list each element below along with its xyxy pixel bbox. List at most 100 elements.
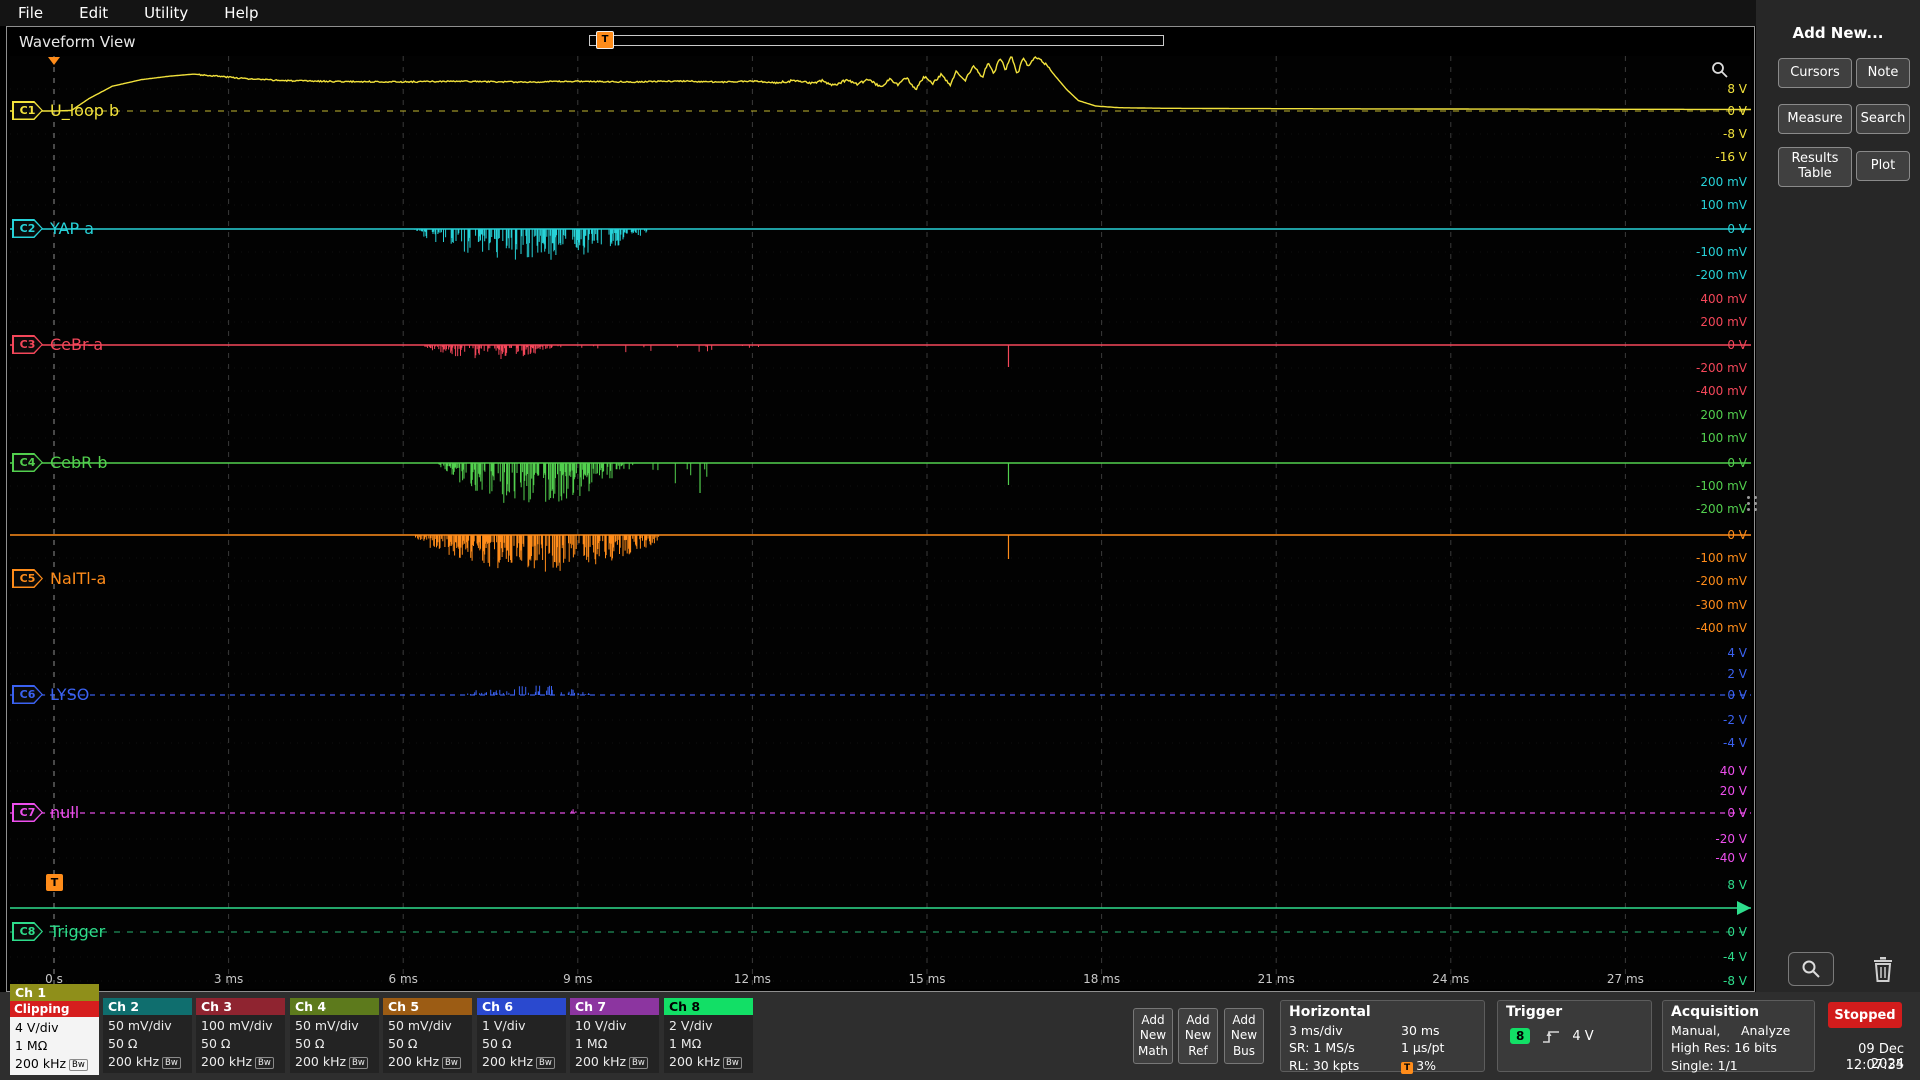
bandwidth-limit-icon: Bw: [255, 1057, 274, 1069]
acq-mode: Manual,: [1671, 1023, 1721, 1038]
channel-vdiv: 100 mV/div: [201, 1018, 273, 1033]
menu-file[interactable]: File: [18, 4, 43, 22]
run-stop-status[interactable]: Stopped: [1828, 1002, 1902, 1028]
svg-text:-100 mV: -100 mV: [1696, 479, 1748, 493]
panel-resize-handle[interactable]: [1747, 496, 1758, 511]
channel-name-c5[interactable]: NaITl-a: [50, 569, 106, 588]
channel-panel-6[interactable]: Ch 6 1 V/div 50 Ω 200 kHz Bw: [477, 998, 566, 1073]
add-new-measure-button[interactable]: Measure: [1778, 104, 1852, 134]
svg-text:-40 V: -40 V: [1715, 851, 1747, 865]
menu-help[interactable]: Help: [224, 4, 258, 22]
channel-name-c7[interactable]: null: [50, 803, 79, 822]
bandwidth-limit-icon: Bw: [349, 1057, 368, 1069]
channel-name-c8[interactable]: Trigger: [50, 922, 105, 941]
channel-panel-4[interactable]: Ch 4 50 mV/div 50 Ω 200 kHz Bw: [290, 998, 379, 1073]
bandwidth-limit-icon: Bw: [442, 1057, 461, 1069]
channel-badge-c5[interactable]: C5: [12, 569, 43, 588]
menu-edit[interactable]: Edit: [79, 4, 108, 22]
trigger-source-marker[interactable]: T: [46, 874, 63, 891]
channel-vdiv: 1 V/div: [482, 1018, 526, 1033]
channel-badge-c7[interactable]: C7: [12, 803, 43, 822]
svg-text:-100 mV: -100 mV: [1696, 245, 1748, 259]
bandwidth-limit-icon: Bw: [723, 1057, 742, 1069]
svg-text:12 ms: 12 ms: [734, 972, 771, 986]
bandwidth-limit-icon: Bw: [629, 1057, 648, 1069]
channel-badge-c4[interactable]: C4: [12, 453, 43, 472]
channel-panel-8[interactable]: Ch 8 2 V/div 1 MΩ 200 kHz Bw: [664, 998, 753, 1073]
add-new-cursors-button[interactable]: Cursors: [1778, 58, 1852, 88]
channel-vdiv: 50 mV/div: [295, 1018, 359, 1033]
svg-text:-20 V: -20 V: [1715, 832, 1747, 846]
channel-vdiv: 2 V/div: [669, 1018, 713, 1033]
channel-name-c4[interactable]: CebR b: [50, 453, 108, 472]
trash-icon: [1874, 957, 1892, 982]
channel-panel-3[interactable]: Ch 3 100 mV/div 50 Ω 200 kHz Bw: [196, 998, 285, 1073]
channel-panel-7[interactable]: Ch 7 10 V/div 1 MΩ 200 kHz Bw: [570, 998, 659, 1073]
acq-highres: High Res: 16 bits: [1671, 1040, 1777, 1056]
channel-name-c1[interactable]: U_loop b: [50, 101, 119, 120]
channel-name-c3[interactable]: CeBr-a: [50, 335, 103, 354]
add-btn-line: Add: [1186, 1012, 1210, 1027]
channel-vdiv: 50 mV/div: [388, 1018, 452, 1033]
channel-impedance: 1 MΩ: [575, 1036, 608, 1051]
add-new-results-table-button[interactable]: Results Table: [1778, 147, 1852, 187]
svg-text:0 V: 0 V: [1727, 222, 1747, 236]
horizontal-scale: 3 ms/div: [1289, 1023, 1343, 1038]
add-new-math-button[interactable]: Add New Math: [1133, 1008, 1173, 1064]
channel-bandwidth: 200 kHz Bw: [575, 1053, 659, 1071]
svg-text:-8 V: -8 V: [1723, 127, 1748, 141]
waveform-view-window: Waveform View T 0 s3 ms 6 ms 9 ms 12 ms 15 m…: [6, 26, 1755, 992]
horizontal-recordlength: RL: 30 kpts: [1289, 1057, 1360, 1073]
horizontal-panel[interactable]: Horizontal 3 ms/div 30 ms SR: 1 MS/s 1 µs/…: [1280, 1000, 1485, 1074]
add-new-plot-button[interactable]: Plot: [1856, 151, 1910, 181]
channel-vdiv: 10 V/div: [575, 1018, 627, 1033]
channel-panel-2[interactable]: Ch 2 50 mV/div 50 Ω 200 kHz Bw: [103, 998, 192, 1073]
channel-panel-5[interactable]: Ch 5 50 mV/div 50 Ω 200 kHz Bw: [383, 998, 472, 1073]
channel-impedance: 50 Ω: [482, 1036, 512, 1051]
waveform-graticule[interactable]: 0 s3 ms 6 ms 9 ms 12 ms 15 ms 18 ms 21 ms 24 ms…: [10, 56, 1751, 989]
trigger-panel[interactable]: Trigger 8 4 V: [1497, 1000, 1652, 1072]
channel-name-c6[interactable]: LYSO: [50, 685, 89, 704]
menu-bar: File Edit Utility Help: [0, 0, 1756, 26]
svg-text:200 mV: 200 mV: [1700, 408, 1747, 422]
channel-panel-header: Ch 6: [477, 998, 566, 1015]
zoom-mode-button[interactable]: [1788, 952, 1834, 986]
channel-panel-1[interactable]: Ch 1 Clipping 4 V/div 1 MΩ 200 kHz Bw: [10, 984, 99, 1075]
channel-panel-body: 1 V/div 50 Ω 200 kHz Bw: [477, 1015, 566, 1073]
svg-text:-200 mV: -200 mV: [1696, 502, 1748, 516]
add-btn-line: Add: [1141, 1012, 1165, 1027]
horizontal-resolution: 1 µs/pt: [1401, 1040, 1445, 1056]
add-new-bus-button[interactable]: Add New Bus: [1224, 1008, 1264, 1064]
svg-text:-4 V: -4 V: [1723, 736, 1748, 750]
bandwidth-limit-icon: Bw: [69, 1059, 88, 1071]
svg-text:9 ms: 9 ms: [563, 972, 592, 986]
trigger-title: Trigger: [1506, 1004, 1563, 1020]
add-new-ref-button[interactable]: Add New Ref: [1178, 1008, 1218, 1064]
channel-panel-body: 2 V/div 1 MΩ 200 kHz Bw: [664, 1015, 753, 1073]
channel-badge-c8[interactable]: C8: [12, 922, 43, 941]
svg-text:2 V: 2 V: [1727, 667, 1747, 681]
channel-badge-c3[interactable]: C3: [12, 335, 43, 354]
menu-utility[interactable]: Utility: [144, 4, 188, 22]
channel-badge-c6[interactable]: C6: [12, 685, 43, 704]
horizontal-samplerate: SR: 1 MS/s: [1289, 1040, 1355, 1056]
trigger-position-marker[interactable]: T: [596, 31, 614, 49]
channel-vdiv: 50 mV/div: [108, 1018, 172, 1033]
channel-badge-c2[interactable]: C2: [12, 219, 43, 238]
waveform-view-title: Waveform View: [19, 33, 136, 51]
channel-name-c2[interactable]: YAP a: [50, 219, 94, 238]
channel-panel-header: Ch 5: [383, 998, 472, 1015]
svg-text:6 ms: 6 ms: [389, 972, 418, 986]
channel-bandwidth: 200 kHz Bw: [15, 1055, 99, 1073]
record-position-bar[interactable]: T: [589, 31, 1164, 49]
add-new-note-button[interactable]: Note: [1856, 58, 1910, 88]
svg-text:24 ms: 24 ms: [1432, 972, 1469, 986]
add-new-search-button[interactable]: Search: [1856, 104, 1910, 134]
svg-text:27 ms: 27 ms: [1607, 972, 1644, 986]
acquisition-title: Acquisition: [1671, 1004, 1760, 1020]
acquisition-panel[interactable]: Acquisition Manual, Analyze High Res: 16 …: [1662, 1000, 1815, 1073]
svg-text:21 ms: 21 ms: [1258, 972, 1295, 986]
channel-badge-c1[interactable]: C1: [12, 101, 43, 120]
svg-text:-300 mV: -300 mV: [1696, 598, 1748, 612]
delete-button[interactable]: [1864, 952, 1902, 986]
